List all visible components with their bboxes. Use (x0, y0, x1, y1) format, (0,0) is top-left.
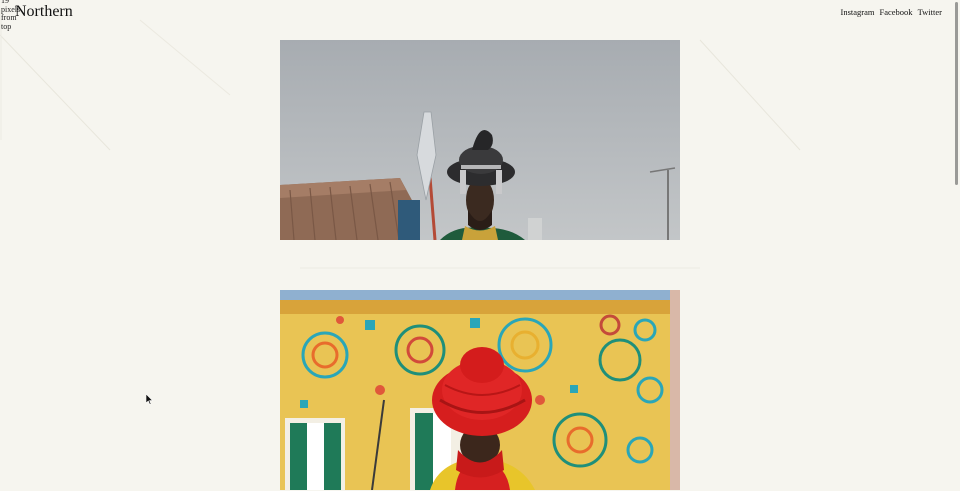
social-nav: Instagram Facebook Twitter (841, 6, 942, 18)
site-title[interactable]: Northern (15, 2, 73, 22)
nav-link-twitter[interactable]: Twitter (918, 6, 942, 18)
gallery-photo-2[interactable] (280, 290, 680, 490)
scrollbar[interactable] (954, 0, 960, 491)
scrollbar-thumb[interactable] (955, 2, 958, 185)
nav-link-facebook[interactable]: Facebook (880, 6, 913, 18)
nav-link-instagram[interactable]: Instagram (841, 6, 875, 18)
mouse-cursor-icon (146, 394, 154, 405)
page: 19 pixels from top Northern Instagram Fa… (0, 0, 960, 491)
gallery-photo-1[interactable] (280, 40, 680, 240)
